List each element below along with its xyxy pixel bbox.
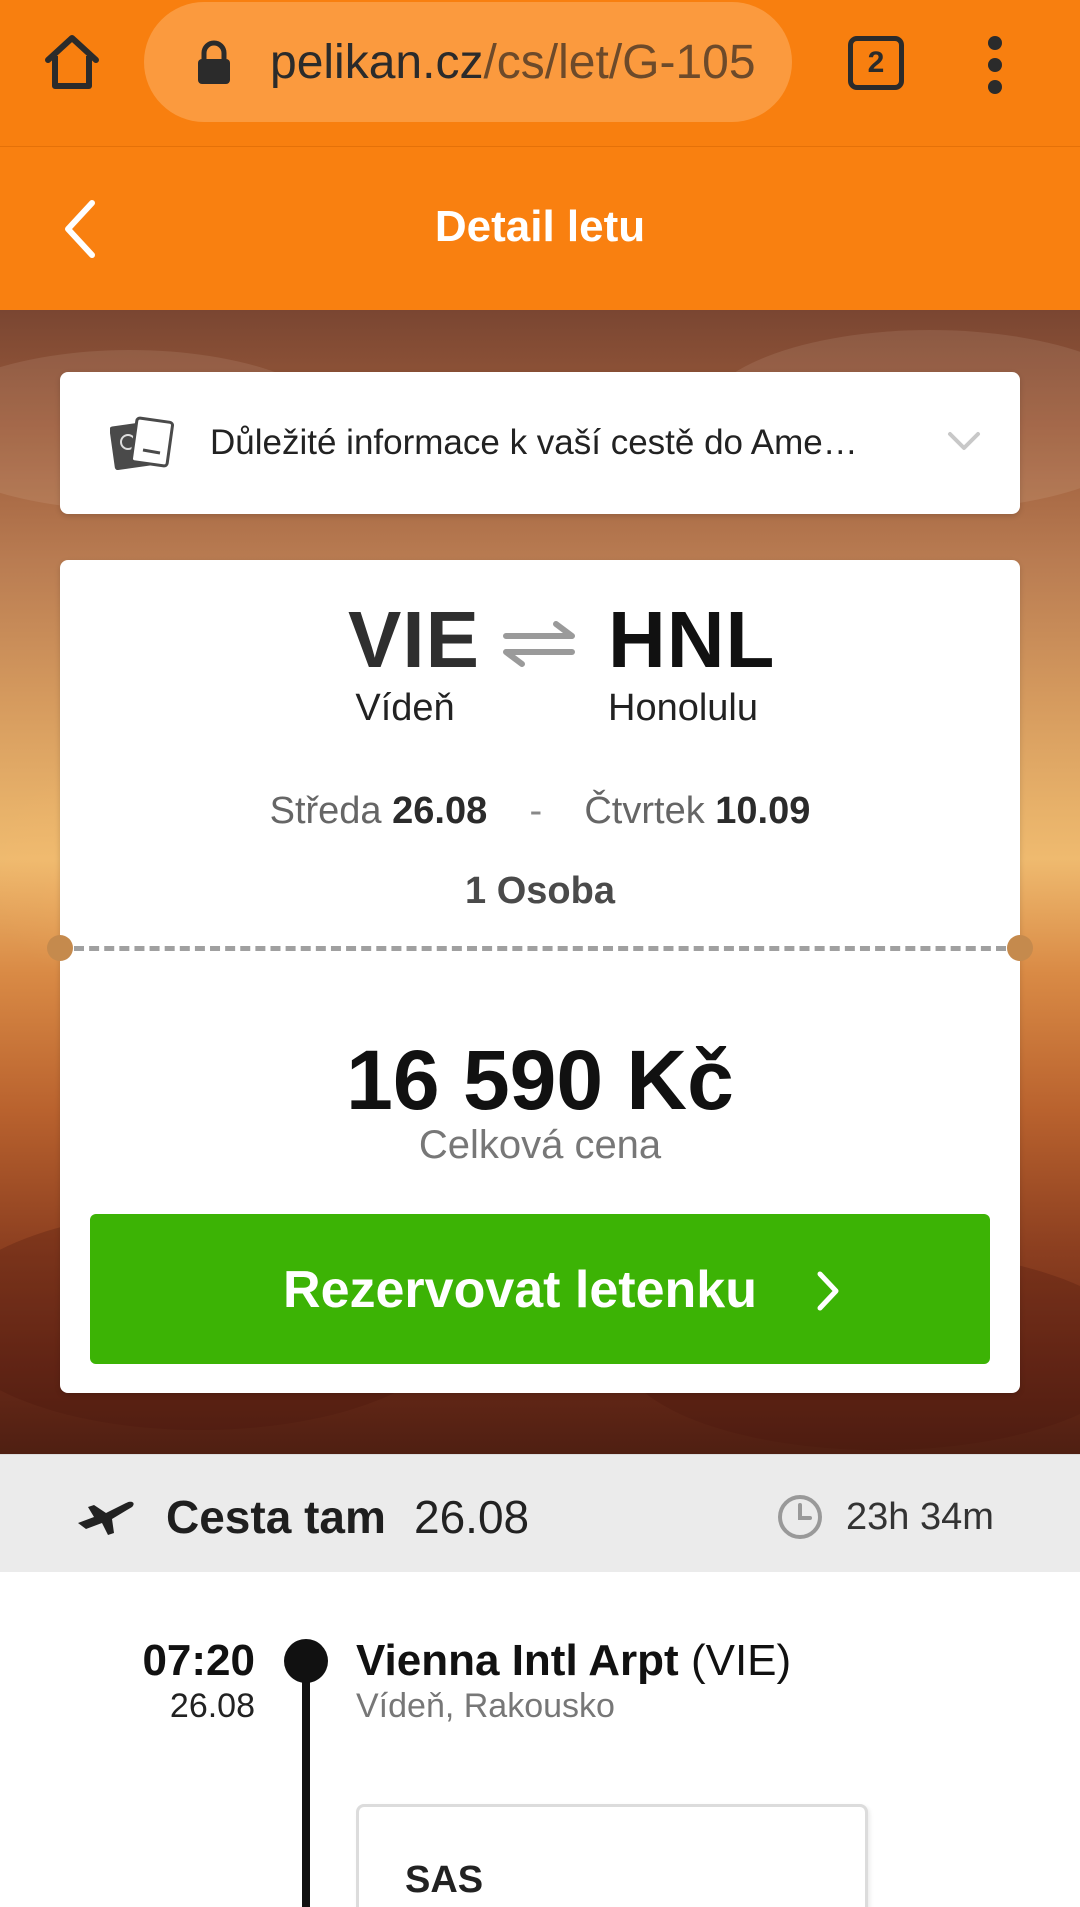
depart-day: Středa	[269, 790, 382, 832]
chevron-right-icon	[808, 1266, 848, 1316]
flight-duration: 23h 34m	[846, 1496, 994, 1538]
destination-code: HNL	[608, 595, 776, 684]
carrier-name: SAS	[405, 1859, 484, 1901]
book-ticket-label: Rezervovat letenku	[283, 1261, 757, 1319]
travel-info-banner[interactable]: Důležité informace k vaší cestě do Ame…	[60, 372, 1020, 514]
book-ticket-button[interactable]: Rezervovat letenku	[90, 1214, 990, 1364]
tab-count: 2	[867, 46, 885, 79]
airport-code: (VIE)	[690, 1636, 792, 1685]
total-price-label: Celková cena	[418, 1123, 662, 1167]
departure-date: 26.08	[169, 1687, 255, 1725]
url-text: pelikan.cz/cs/let/G-105	[270, 30, 770, 96]
app-header: Detail letu	[0, 146, 1080, 310]
lock-icon	[194, 40, 234, 86]
browser-toolbar: pelikan.cz/cs/let/G-105 2	[0, 0, 1080, 146]
more-vert-icon[interactable]	[978, 34, 1014, 94]
destination-city: Honolulu	[608, 687, 758, 729]
url-path: /cs/let/G-105	[483, 36, 756, 89]
tab-switcher-button[interactable]: 2	[848, 36, 904, 90]
timeline-line	[302, 1672, 310, 1907]
travel-dates: Středa 26.08 - Čtvrtek 10.09	[60, 786, 1020, 836]
outbound-date: 26.08	[414, 1491, 530, 1543]
carrier-name-line2: Scandinavian	[405, 1899, 650, 1907]
url-domain: pelikan.cz	[270, 36, 484, 89]
return-day: Čtvrtek	[584, 790, 705, 832]
clock-icon	[776, 1493, 824, 1541]
departure-time: 07:20	[142, 1636, 255, 1685]
total-price: 16 590 Kč	[346, 1033, 734, 1127]
departure-airport: Vienna Intl Arpt (VIE)	[356, 1634, 791, 1688]
carrier-card[interactable]: SAS Scandinavian	[356, 1804, 868, 1907]
ticket-notch-left	[47, 935, 73, 961]
address-bar[interactable]: pelikan.cz/cs/let/G-105	[144, 2, 792, 122]
timeline-dot	[284, 1639, 328, 1683]
origin-code: VIE	[348, 595, 480, 684]
outbound-header: Cesta tam 26.08 23h 34m	[0, 1454, 1080, 1572]
airport-city: Vídeň, Rakousko	[356, 1687, 615, 1725]
date-separator: -	[529, 790, 543, 832]
page-title: Detail letu	[434, 202, 646, 251]
return-date: 10.09	[715, 790, 811, 832]
ticket-divider	[74, 946, 1006, 951]
passenger-count: 1 Osoba	[465, 870, 615, 912]
round-trip-arrows-icon	[500, 618, 578, 670]
home-icon[interactable]	[40, 30, 104, 94]
chevron-down-icon[interactable]	[944, 422, 984, 462]
ticket-notch-right	[1007, 935, 1033, 961]
outbound-title: Cesta tam	[166, 1491, 386, 1543]
itinerary: 07:20 26.08 Vienna Intl Arpt (VIE) Vídeň…	[0, 1572, 1080, 1907]
passport-icon	[109, 416, 174, 472]
airplane-icon	[74, 1493, 136, 1539]
travel-info-text: Důležité informace k vaší cestě do Ame…	[210, 423, 858, 462]
origin-city: Vídeň	[355, 687, 455, 729]
flight-summary-card: VIE Vídeň HNL Honolulu Středa 26.08 - Čt…	[47, 560, 1033, 1393]
airport-name: Vienna Intl Arpt	[356, 1636, 679, 1685]
depart-date: 26.08	[392, 790, 488, 832]
